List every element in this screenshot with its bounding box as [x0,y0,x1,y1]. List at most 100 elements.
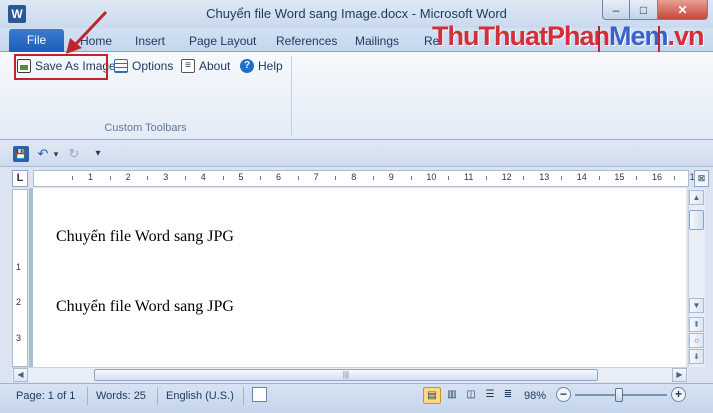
about-icon: ≡ [181,59,195,73]
ruler-number: 4 [200,172,206,182]
maximize-button[interactable]: □ [630,0,658,20]
ruler-number: 10 [426,172,437,182]
options-icon [114,59,128,73]
ruler-tick [410,176,412,180]
document-text-line[interactable]: Chuyển file Word sang JPG [56,298,234,316]
about-label: About [199,59,231,73]
page-count-status[interactable]: Page: 1 of 1 [16,388,75,404]
quick-access-toolbar [0,141,713,167]
window-controls: – □ ✕ [602,0,710,20]
zoom-level[interactable]: 98% [524,388,546,404]
ruler-tick [373,176,374,180]
minimize-button[interactable]: – [602,0,630,20]
ruler-tick [147,176,149,180]
help-icon: ? [240,59,254,73]
watermark-part-4: .vn [667,21,705,51]
help-label: Help [258,59,283,73]
vruler-number: 2 [16,297,22,307]
ruler-numbers: 1234567891011121314151617 [33,172,700,186]
ruler-number: 11 [464,172,474,182]
site-watermark: ThuThuatPhanMem.vn [432,21,705,52]
options-label: Options [132,59,174,73]
group-label: Custom Toolbars [104,122,187,134]
language-status[interactable]: English (U.S.) [166,388,234,404]
tab-page-layout[interactable]: Page Layout [189,34,256,48]
vruler-number: 1 [16,262,22,272]
status-separator [157,387,158,405]
ruler-number: 2 [125,172,131,182]
ruler-number: 12 [501,172,512,182]
previous-page-icon[interactable]: ⇞ [689,317,704,332]
word-window: W Chuyển file Word sang Image.docx - Mic… [0,0,713,413]
document-text-line[interactable]: Chuyển file Word sang JPG [56,228,234,246]
ruler-number: 3 [163,172,169,182]
vertical-ruler[interactable]: 1 2 3 [12,189,28,367]
close-button[interactable]: ✕ [658,0,708,20]
outline-icon[interactable]: ☰ [481,387,499,404]
ruler-tick [109,176,111,180]
ruler-number: 15 [614,172,625,182]
next-page-icon[interactable]: ⇟ [689,349,704,364]
ruler-number: 8 [351,172,357,182]
document-page[interactable] [33,188,686,367]
zoom-slider-thumb[interactable] [615,388,623,402]
about-button[interactable]: ≡ About [181,57,230,75]
help-button[interactable]: ? Help [240,57,283,75]
vruler-number: 3 [16,333,22,343]
annotation-arrow-icon [66,10,108,54]
ruler-tick [297,176,299,180]
options-button[interactable]: Options [114,57,173,75]
horizontal-scroll-thumb[interactable]: ||| [94,369,598,381]
ruler-tick [260,176,262,180]
ruler-number: 6 [276,172,282,182]
ruler-tick [523,176,525,180]
ruler-tick [335,176,337,180]
web-layout-icon[interactable]: ◫ [462,387,480,404]
ruler-tick [185,176,186,180]
tab-insert[interactable]: Insert [135,34,165,48]
scroll-up-icon[interactable]: ▲ [689,190,704,205]
ruler-tick [561,176,562,180]
select-browse-object-icon[interactable]: ○ [689,333,704,348]
ruler-tick [598,176,600,180]
status-separator [87,387,88,405]
ruler-number: 16 [652,172,663,182]
scroll-down-icon[interactable]: ▼ [689,298,704,313]
zoom-in-icon[interactable]: + [671,387,686,402]
full-screen-reading-icon[interactable]: ▥ [443,387,461,404]
redo-icon[interactable]: ↻ [66,146,82,162]
ruler-tick [222,176,224,180]
print-layout-icon[interactable]: ▤ [423,387,441,404]
macro-recording-icon[interactable] [252,387,267,402]
scroll-left-icon[interactable]: ◀ [13,368,28,382]
undo-icon[interactable]: ↶ [35,146,51,162]
undo-dropdown-icon[interactable]: ▾ [51,146,61,162]
tab-mailings[interactable]: Mailings [355,34,399,48]
ruler-tick [448,176,450,180]
status-separator [243,387,244,405]
draft-icon[interactable]: ≣ [499,387,517,404]
ruler-number: 1 [88,172,94,182]
scroll-right-icon[interactable]: ▶ [672,368,687,382]
view-ruler-icon[interactable]: ⊠ [694,170,709,187]
ruler-number: 5 [238,172,244,182]
ruler-number: 7 [313,172,319,182]
word-count-status[interactable]: Words: 25 [96,388,146,404]
tab-references[interactable]: References [276,34,337,48]
tab-selector[interactable]: L [12,170,28,187]
vertical-scroll-thumb[interactable] [689,210,704,230]
ruler-number: 9 [388,172,394,182]
zoom-out-icon[interactable]: − [556,387,571,402]
ruler-number: 13 [539,172,550,182]
ruler-tick [673,176,675,180]
save-as-image-highlight-box [14,54,108,80]
watermark-part-1: ThuThuat [432,21,548,51]
ruler-tick [636,176,638,180]
ruler-tick [72,176,74,180]
customize-qat-icon[interactable]: ▾ [90,146,106,162]
file-tab[interactable]: File [9,29,64,52]
group-separator [291,56,292,136]
ruler-tick [485,176,487,180]
ruler-number: 14 [576,172,587,182]
save-icon[interactable]: 💾 [13,146,29,162]
